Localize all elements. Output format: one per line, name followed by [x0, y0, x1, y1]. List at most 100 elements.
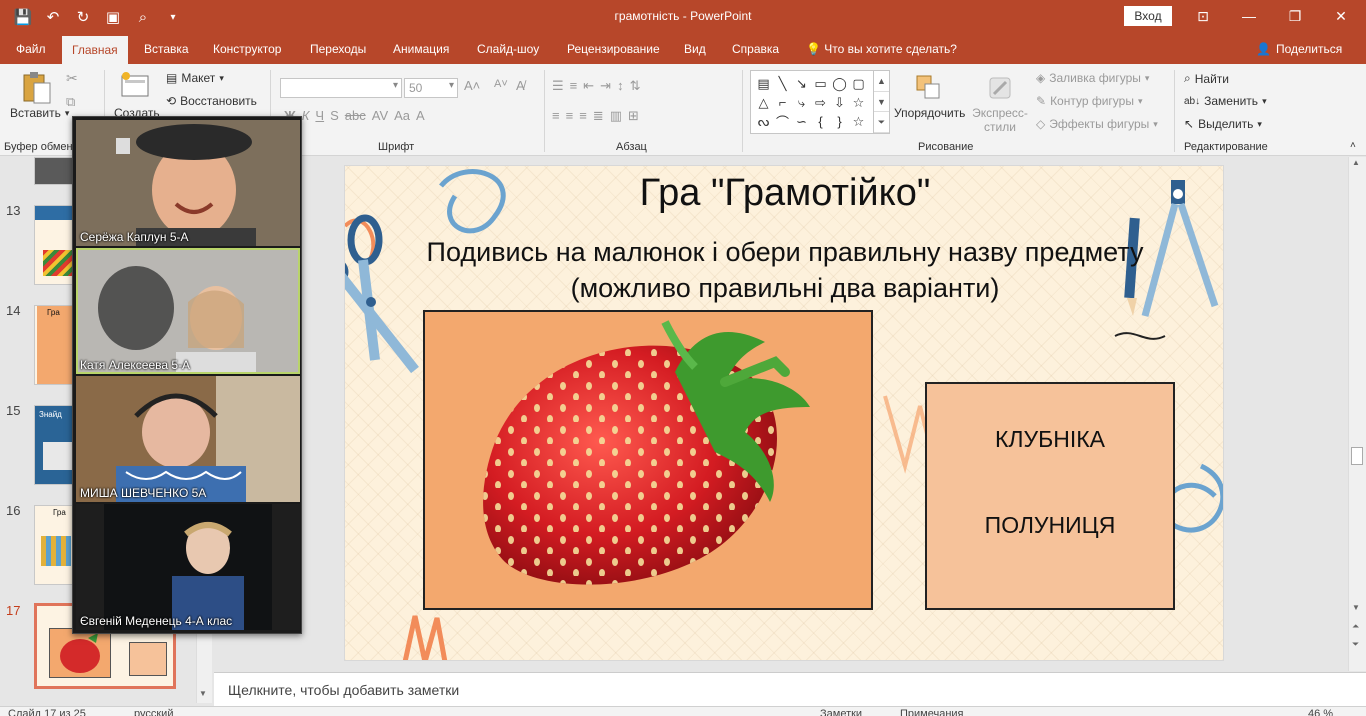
tab-view[interactable]: Вид	[684, 34, 706, 64]
gallery-down-icon[interactable]: ▼	[874, 92, 889, 113]
justify-icon[interactable]: ≣	[593, 108, 604, 124]
replace-button[interactable]: ab↓ Заменить ▾	[1184, 94, 1267, 108]
ribbon-display-options-icon[interactable]: ⊡	[1180, 0, 1226, 32]
shape-effects-button[interactable]: ◇ Эффекты фигуры ▾	[1036, 117, 1158, 131]
tab-transitions[interactable]: Переходы	[310, 34, 366, 64]
comments-toggle[interactable]: Примечания	[900, 708, 964, 716]
next-slide-icon[interactable]: ⏷	[1352, 639, 1359, 650]
collapse-ribbon-icon[interactable]: ˄	[1350, 140, 1356, 151]
tab-design[interactable]: Конструктор	[213, 34, 281, 64]
strawberry-image-box[interactable]	[423, 310, 873, 610]
scroll-down-icon[interactable]: ▼	[199, 689, 207, 698]
align-center-icon[interactable]: ≡	[566, 108, 574, 124]
triangle-shape-icon[interactable]: △	[754, 93, 773, 112]
arrange-icon[interactable]	[912, 70, 944, 104]
line-spacing-icon[interactable]: ↕	[617, 78, 624, 94]
scrollbar-thumb[interactable]	[1351, 447, 1363, 465]
layout-button[interactable]: ▤ Макет ▾	[166, 71, 224, 85]
curved-connector-icon[interactable]: ⤷	[792, 93, 811, 112]
arc-shape-icon[interactable]: ⌒	[773, 112, 792, 131]
find-button[interactable]: ⌕ Найти	[1184, 71, 1229, 86]
star5-shape-icon[interactable]: ☆	[849, 112, 868, 131]
align-right-icon[interactable]: ≡	[579, 108, 587, 124]
share-button[interactable]: 👤 Поделиться	[1256, 34, 1342, 64]
star-shape-icon[interactable]: ☆	[849, 93, 868, 112]
restore-icon[interactable]: ❐	[1272, 0, 1318, 32]
select-button[interactable]: ↖ Выделить ▾	[1184, 117, 1262, 131]
increase-indent-icon[interactable]: ⇥	[600, 78, 611, 94]
paste-button[interactable]: Вставить ▾	[10, 106, 69, 120]
video-tile[interactable]: МИША ШЕВЧЕНКО 5А	[76, 376, 300, 502]
save-icon[interactable]: 💾	[10, 6, 36, 28]
right-arrow-shape-icon[interactable]: ⇨	[811, 93, 830, 112]
shapes-gallery[interactable]: ▤ ╲ ↘ ▭ ◯ ▢ △ ⌐ ⤷ ⇨ ⇩ ☆ ᔓ ⌒ ∽ { } ☆ ▲ ▼ …	[750, 70, 890, 134]
character-spacing-icon[interactable]: AV	[372, 108, 388, 123]
cut-icon[interactable]: ✂	[66, 70, 78, 87]
redo-icon[interactable]: ↻	[70, 6, 96, 28]
copy-icon[interactable]: ⧉	[66, 94, 75, 110]
down-arrow-shape-icon[interactable]: ⇩	[830, 93, 849, 112]
answer-option-1[interactable]: КЛУБНІКА	[927, 426, 1173, 453]
numbering-icon[interactable]: ≡	[570, 78, 578, 94]
rounded-rect-shape-icon[interactable]: ▢	[849, 74, 868, 93]
line-shape-icon[interactable]: ╲	[773, 74, 792, 93]
font-color-icon[interactable]: A	[416, 108, 425, 123]
font-size-combo[interactable]: 50 ▾	[404, 78, 458, 98]
minimize-icon[interactable]: —	[1226, 0, 1272, 32]
decrease-indent-icon[interactable]: ⇤	[583, 78, 594, 94]
notes-toggle[interactable]: Заметки	[820, 708, 862, 716]
reset-button[interactable]: ⟲ Восстановить	[166, 94, 257, 108]
tab-animations[interactable]: Анимация	[393, 34, 449, 64]
freeform-shape-icon[interactable]: ᔓ	[754, 112, 773, 131]
answers-box[interactable]: КЛУБНІКА ПОЛУНИЦЯ	[925, 382, 1175, 610]
print-preview-icon[interactable]: ⌕	[130, 6, 156, 28]
scroll-down-icon[interactable]: ▼	[1352, 603, 1360, 612]
tab-home[interactable]: Главная	[62, 36, 128, 64]
italic-icon[interactable]: К	[302, 108, 310, 123]
gallery-more-icon[interactable]: ⏷	[874, 112, 889, 134]
video-tile[interactable]: Серёжа Каплун 5-А	[76, 120, 300, 246]
language-indicator[interactable]: русский	[134, 708, 173, 716]
clear-formatting-icon[interactable]: A̸	[516, 78, 525, 93]
strikethrough-icon[interactable]: abc	[345, 108, 366, 123]
new-slide-icon[interactable]	[118, 70, 152, 102]
bullets-icon[interactable]: ☰	[552, 78, 564, 94]
slide-title[interactable]: Гра "Грамотійко"	[345, 172, 1223, 215]
customize-qat-icon[interactable]: ▾	[160, 6, 186, 28]
zoom-level[interactable]: 46 %	[1308, 708, 1333, 716]
sign-in-button[interactable]: Вход	[1124, 6, 1172, 26]
slideshow-from-start-icon[interactable]: ▣	[100, 6, 126, 28]
gallery-up-icon[interactable]: ▲	[874, 71, 889, 92]
tell-me-box[interactable]: 💡 Что вы хотите сделать?	[806, 34, 957, 64]
slide[interactable]: Гра "Грамотійко" Подивись на малюнок і о…	[344, 165, 1224, 661]
smartart-icon[interactable]: ⊞	[628, 108, 639, 124]
decrease-font-icon[interactable]: A˅	[494, 78, 508, 90]
shape-fill-button[interactable]: ◈ Заливка фигуры ▾	[1036, 71, 1149, 85]
video-call-panel[interactable]: Серёжа Каплун 5-А Катя Алексеева 5-А МИШ…	[72, 116, 302, 634]
quick-styles-icon[interactable]	[984, 72, 1016, 104]
scroll-up-icon[interactable]: ▲	[1352, 158, 1360, 167]
text-direction-icon[interactable]: ⇅	[630, 78, 641, 94]
previous-slide-icon[interactable]: ⏶	[1352, 621, 1359, 632]
tab-insert[interactable]: Вставка	[144, 34, 189, 64]
paste-icon[interactable]	[16, 70, 56, 106]
columns-icon[interactable]: ▥	[610, 108, 622, 124]
elbow-connector-icon[interactable]: ⌐	[773, 93, 792, 112]
tab-slideshow[interactable]: Слайд-шоу	[477, 34, 539, 64]
left-brace-icon[interactable]: {	[811, 112, 830, 131]
rectangle-shape-icon[interactable]: ▭	[811, 74, 830, 93]
oval-shape-icon[interactable]: ◯	[830, 74, 849, 93]
shape-outline-button[interactable]: ✎ Контур фигуры ▾	[1036, 94, 1143, 108]
video-tile-active-speaker[interactable]: Катя Алексеева 5-А	[76, 248, 300, 374]
underline-icon[interactable]: Ч	[315, 108, 324, 123]
slide-subtitle[interactable]: Подивись на малюнок і обери правильну на…	[425, 234, 1145, 306]
tab-review[interactable]: Рецензирование	[567, 34, 660, 64]
textbox-shape-icon[interactable]: ▤	[754, 74, 773, 93]
arrow-line-shape-icon[interactable]: ↘	[792, 74, 811, 93]
video-tile[interactable]: Євгеній Меденець 4-А клас	[76, 504, 300, 630]
quick-styles-button[interactable]: Экспресс-стили	[970, 106, 1030, 134]
shadow-icon[interactable]: S	[330, 108, 339, 123]
arrange-button[interactable]: Упорядочить	[894, 106, 965, 120]
tab-file[interactable]: Файл	[16, 34, 46, 64]
answer-option-2[interactable]: ПОЛУНИЦЯ	[927, 512, 1173, 539]
